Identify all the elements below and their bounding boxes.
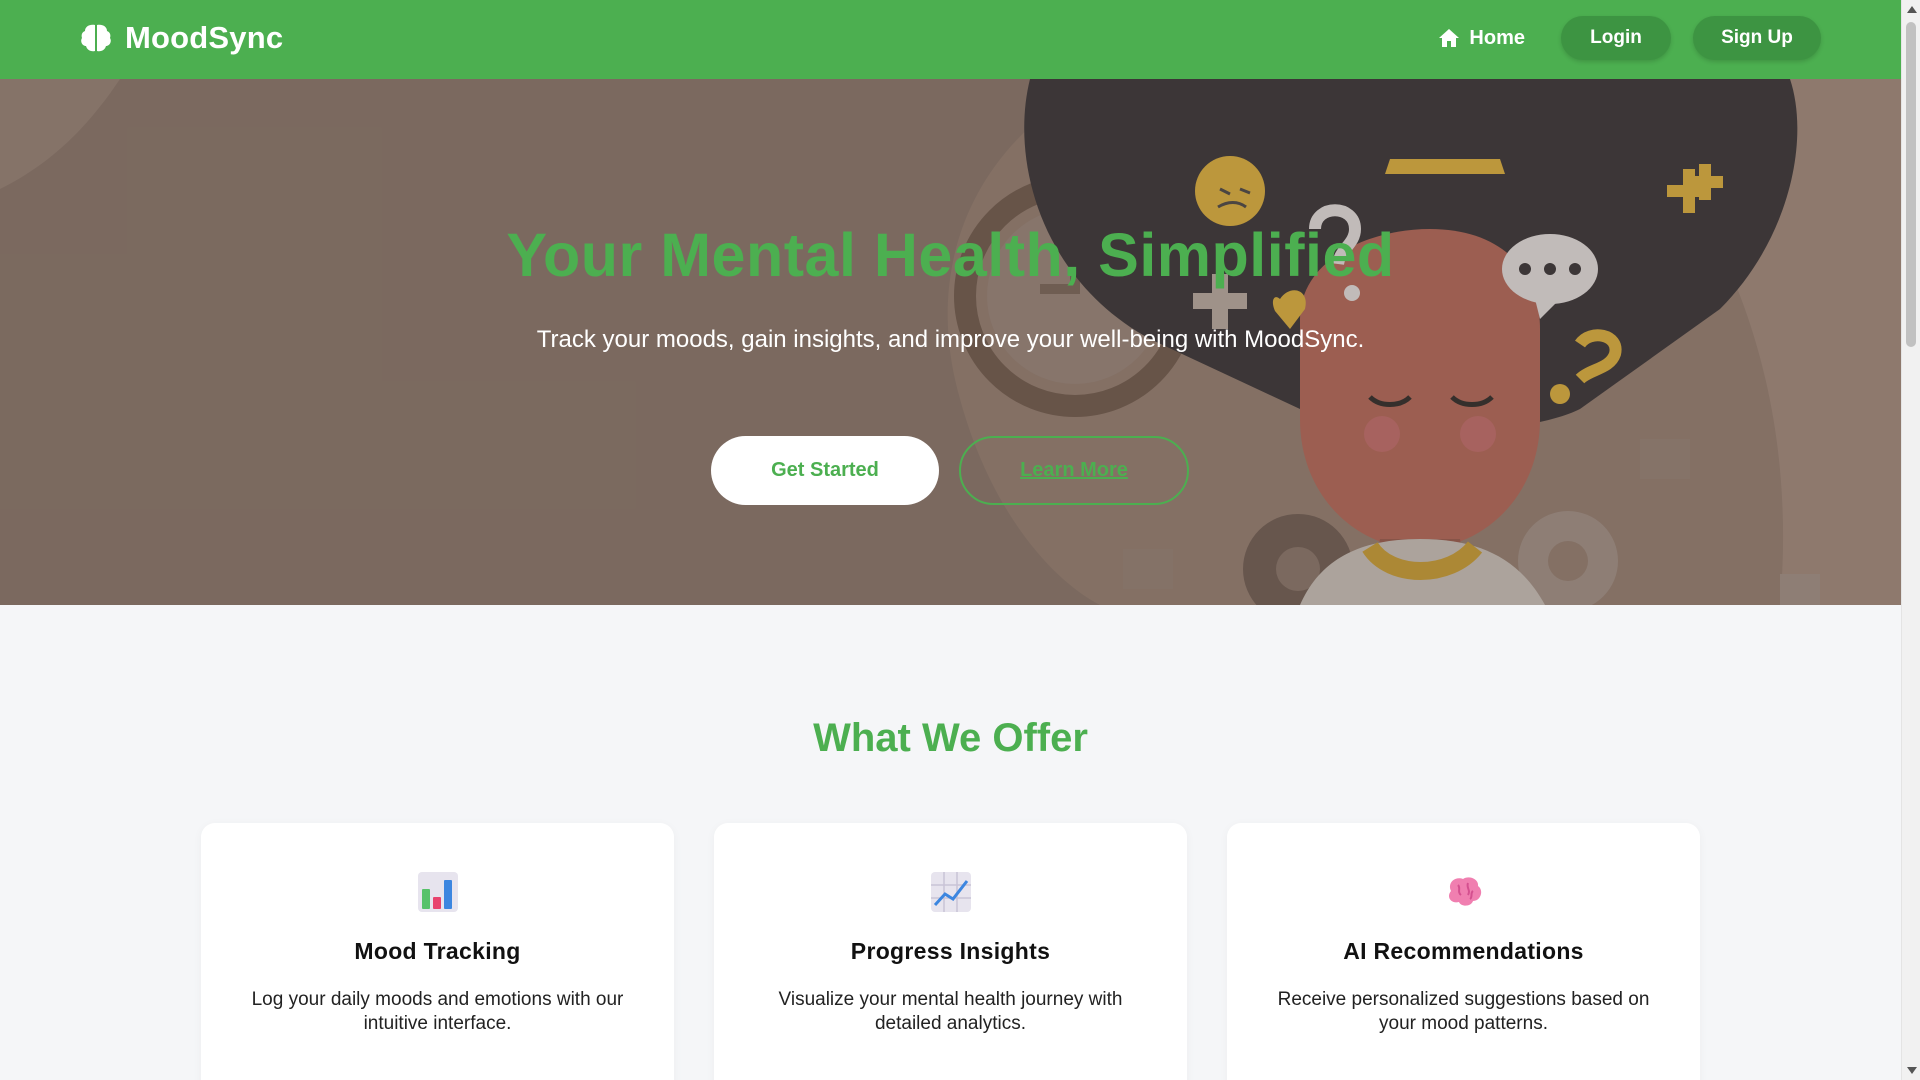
offer-section: What We Offer Mood Tracking Log your dai…: [0, 605, 1901, 1080]
scroll-up-arrow-icon[interactable]: [1907, 6, 1917, 13]
trend-chart-icon: [930, 872, 971, 912]
login-button[interactable]: Login: [1561, 16, 1671, 60]
feature-title: Progress Insights: [850, 938, 1051, 964]
hero-section: Your Mental Health, Simplified Track you…: [0, 79, 1901, 605]
brand-logo[interactable]: MoodSync: [79, 20, 283, 56]
page-scrollbar[interactable]: [1901, 0, 1920, 1080]
feature-card-progress-insights: Progress Insights Visualize your mental …: [714, 823, 1187, 1080]
page: MoodSync Home Login Sign Up Your Mental …: [0, 0, 1901, 1080]
hero-content: Your Mental Health, Simplified Track you…: [0, 79, 1901, 605]
brain-logo-icon: [81, 24, 111, 52]
feature-cards: Mood Tracking Log your daily moods and e…: [201, 823, 1700, 1080]
scrollbar-thumb[interactable]: [1906, 22, 1916, 347]
hero-buttons: Get Started Learn More: [711, 436, 1189, 505]
nav-links: Home Login Sign Up: [1424, 16, 1821, 60]
feature-card-mood-tracking: Mood Tracking Log your daily moods and e…: [201, 823, 674, 1080]
top-navbar: MoodSync Home Login Sign Up: [0, 0, 1901, 79]
feature-description: Log your daily moods and emotions with o…: [251, 989, 624, 1034]
brand-name: MoodSync: [125, 20, 284, 55]
feature-title: Mood Tracking: [354, 938, 521, 964]
bar-chart-icon: [417, 872, 458, 912]
learn-more-button[interactable]: Learn More: [959, 436, 1189, 505]
hero-subtitle: Track your moods, gain insights, and imp…: [536, 326, 1365, 353]
signup-button[interactable]: Sign Up: [1693, 16, 1821, 60]
hero-title: Your Mental Health, Simplified: [506, 221, 1395, 289]
feature-description: Receive personalized suggestions based o…: [1277, 989, 1650, 1034]
home-icon: [1439, 29, 1460, 47]
nav-home-link[interactable]: Home: [1424, 16, 1539, 60]
scroll-down-arrow-icon[interactable]: [1907, 1067, 1917, 1074]
feature-description: Visualize your mental health journey wit…: [778, 989, 1123, 1034]
nav-home-label: Home: [1469, 26, 1525, 49]
get-started-button[interactable]: Get Started: [711, 436, 939, 505]
feature-card-ai-recommendations: AI Recommendations Receive personalized …: [1227, 823, 1700, 1080]
feature-title: AI Recommendations: [1343, 938, 1584, 964]
brain-icon: [1448, 877, 1481, 906]
offer-title: What We Offer: [813, 716, 1088, 760]
